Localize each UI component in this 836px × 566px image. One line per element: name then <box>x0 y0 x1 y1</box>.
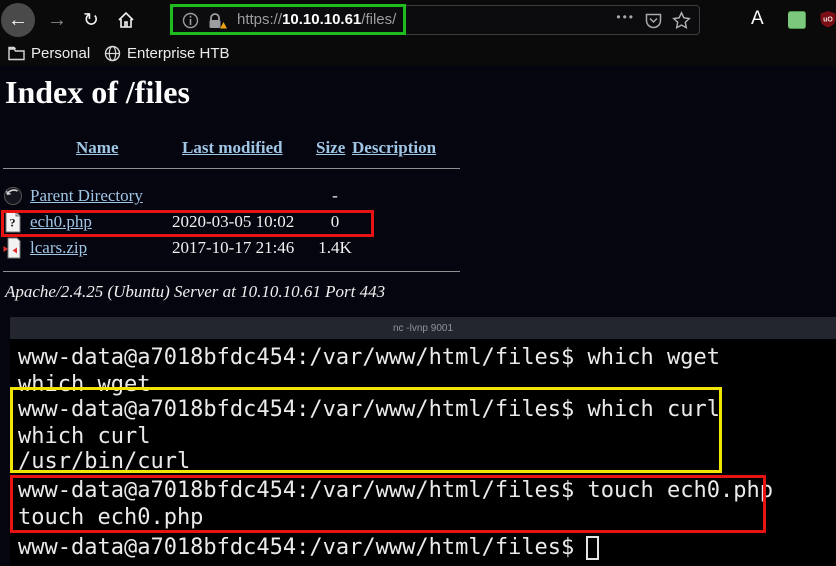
insecure-lock-icon[interactable] <box>207 12 227 30</box>
terminal-titlebar[interactable]: nc -lvnp 9001 <box>10 317 836 339</box>
terminal-line: /usr/bin/curl <box>18 450 190 474</box>
compressed-file-icon <box>3 237 23 259</box>
bookmark-enterprise-htb[interactable]: Enterprise HTB <box>104 40 230 66</box>
extension-grid-icon[interactable] <box>788 11 806 29</box>
directory-listing-page: Index of /files Name Last modified Size … <box>0 66 836 317</box>
file-size: 1.4K <box>305 238 365 258</box>
file-size: 0 <box>305 212 365 232</box>
page-title: Index of /files <box>5 74 190 111</box>
url-bar[interactable]: https://10.10.10.61/files/ ••• <box>172 5 700 35</box>
back-icon: ← <box>8 9 28 32</box>
divider <box>3 271 460 272</box>
file-modified: 2017-10-17 21:46 <box>172 238 294 258</box>
bookmark-label: Enterprise HTB <box>127 45 230 62</box>
column-last-modified-link[interactable]: Last modified <box>182 138 283 158</box>
lcars-zip-link[interactable]: lcars.zip <box>30 238 87 258</box>
divider <box>3 168 460 169</box>
terminal-prompt: www-data@a7018bfdc454:/var/www/html/file… <box>18 535 574 560</box>
ech0-php-link[interactable]: ech0.php <box>30 212 92 232</box>
forward-icon: → <box>47 9 67 32</box>
parent-directory-icon <box>3 185 23 207</box>
table-row-ech0-php: ? ech0.php 2020-03-05 10:02 0 <box>0 211 470 235</box>
terminal-line: which curl <box>18 425 150 449</box>
home-icon <box>116 10 136 30</box>
unknown-file-icon: ? <box>3 211 23 233</box>
column-name-link[interactable]: Name <box>76 138 118 158</box>
folder-icon <box>8 46 25 61</box>
bookmark-personal[interactable]: Personal <box>8 40 90 66</box>
terminal-line: which wget <box>18 373 150 397</box>
url-text: https://10.10.10.61/files/ <box>237 11 396 28</box>
file-modified: 2020-03-05 10:02 <box>172 212 294 232</box>
url-path: /files/ <box>361 11 396 28</box>
file-size: - <box>305 186 365 206</box>
refresh-button[interactable]: ↻ <box>76 0 106 40</box>
terminal-prompt-line: www-data@a7018bfdc454:/var/www/html/file… <box>18 536 599 560</box>
bookmarks-bar: Personal Enterprise HTB <box>0 40 836 66</box>
terminal-cursor <box>586 536 599 560</box>
forward-button[interactable]: → <box>42 0 72 40</box>
globe-icon <box>104 45 121 62</box>
terminal-line: www-data@a7018bfdc454:/var/www/html/file… <box>18 346 720 370</box>
url-scheme: https:// <box>237 11 282 28</box>
column-description-link[interactable]: Description <box>352 138 436 158</box>
terminal-line: www-data@a7018bfdc454:/var/www/html/file… <box>18 398 720 422</box>
pocket-icon[interactable] <box>644 11 663 30</box>
parent-directory-link[interactable]: Parent Directory <box>30 186 143 206</box>
bookmark-label: Personal <box>31 45 90 62</box>
page-actions-icon[interactable]: ••• <box>616 10 635 24</box>
refresh-icon: ↻ <box>83 9 99 32</box>
home-button[interactable] <box>110 0 142 40</box>
browser-toolbar: ← → ↻ https://10.10.10.61/files/ ••• A <box>0 0 836 40</box>
column-size-link[interactable]: Size <box>316 138 345 158</box>
site-info-icon[interactable] <box>182 12 199 29</box>
terminal-line: touch ech0.php <box>18 506 203 530</box>
url-host: 10.10.10.61 <box>282 11 361 28</box>
svg-text:uO: uO <box>823 17 833 24</box>
ublock-origin-icon[interactable]: uO <box>819 10 836 28</box>
svg-text:?: ? <box>10 216 16 230</box>
terminal-window[interactable]: nc -lvnp 9001 www-data@a7018bfdc454:/var… <box>10 317 836 566</box>
table-row-lcars-zip: lcars.zip 2017-10-17 21:46 1.4K <box>0 237 470 261</box>
terminal-title: nc -lvnp 9001 <box>393 323 453 334</box>
extension-a-icon[interactable]: A <box>751 8 764 30</box>
server-signature: Apache/2.4.25 (Ubuntu) Server at 10.10.1… <box>5 282 385 302</box>
bookmark-star-icon[interactable] <box>672 11 691 30</box>
table-row-parent-directory: Parent Directory - <box>0 185 470 209</box>
terminal-line: www-data@a7018bfdc454:/var/www/html/file… <box>18 479 773 503</box>
back-button[interactable]: ← <box>1 3 35 37</box>
